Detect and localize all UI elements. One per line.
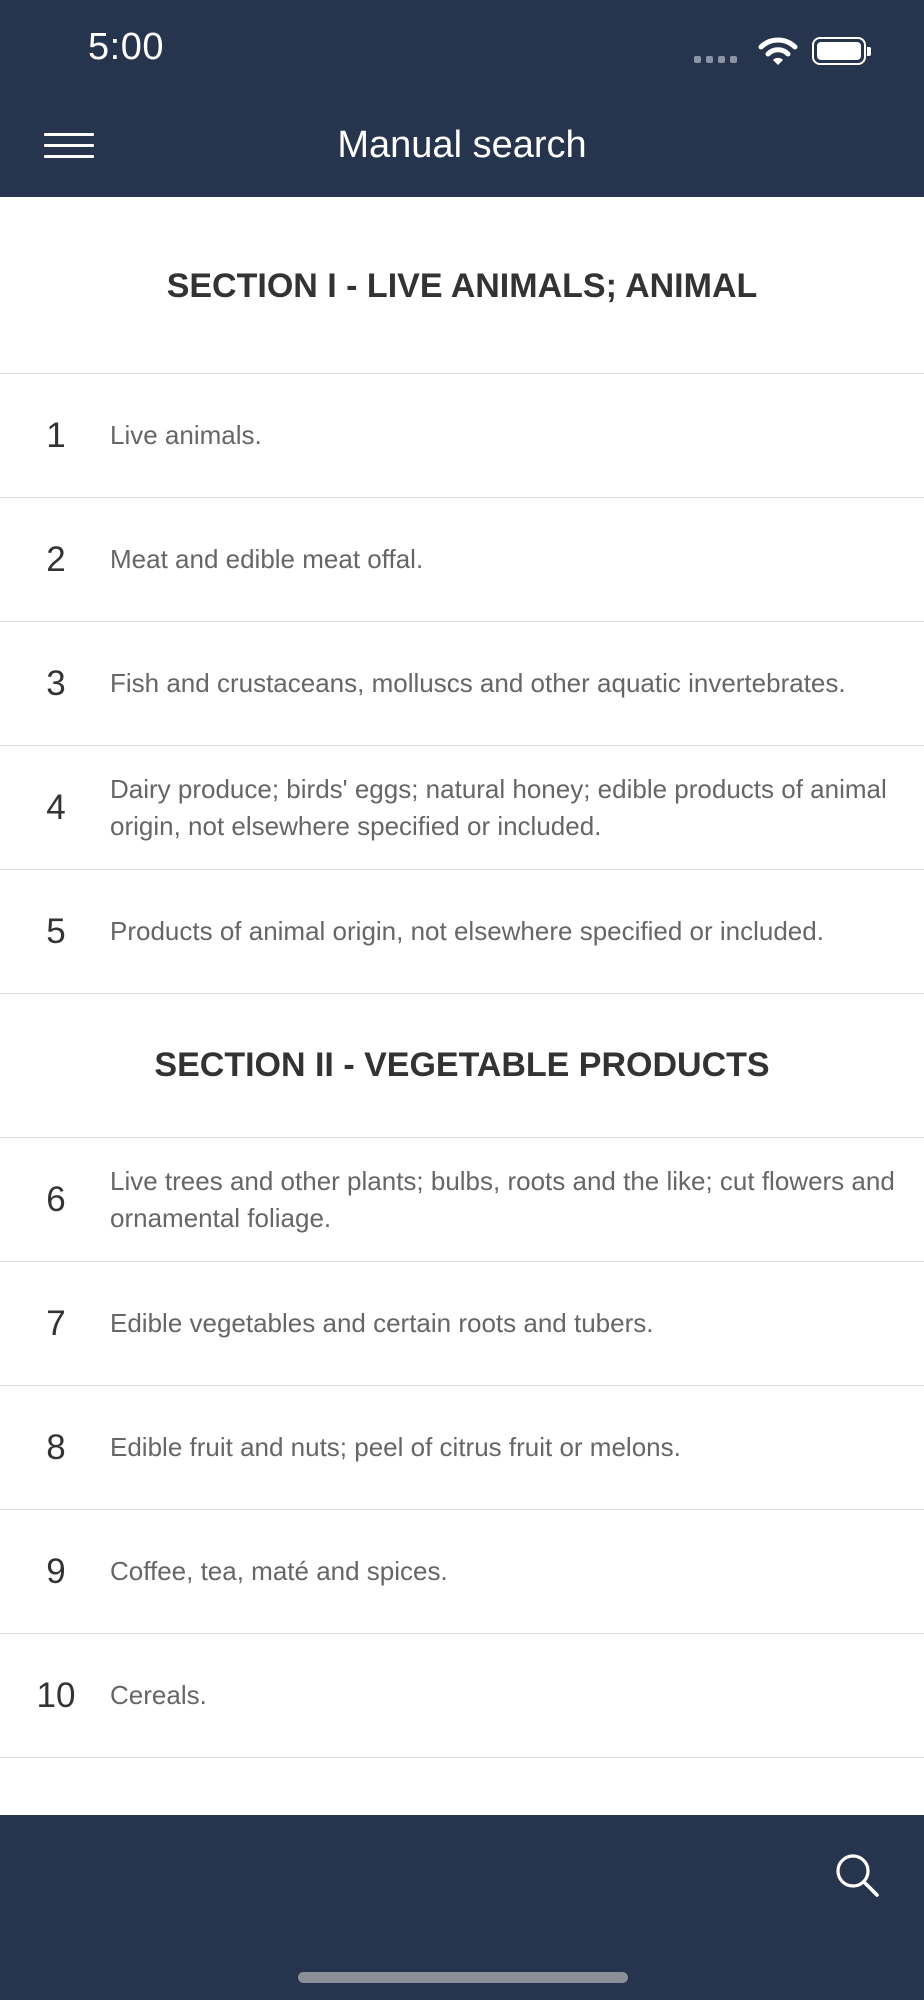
section-header: SECTION I - LIVE ANIMALS; ANIMAL (0, 197, 924, 374)
chapter-title: Cereals. (110, 1680, 207, 1710)
status-time: 5:00 (88, 26, 164, 68)
chapter-number: 6 (46, 1179, 66, 1219)
chapter-number: 4 (46, 787, 66, 827)
search-icon[interactable] (834, 1852, 880, 1898)
chapter-number: 10 (36, 1675, 76, 1715)
chapter-title: Products of animal origin, not elsewhere… (110, 916, 824, 946)
bottom-toolbar (0, 1815, 924, 2000)
chapter-row[interactable]: 3 Fish and crustaceans, molluscs and oth… (0, 622, 924, 746)
chapter-list: SECTION I - LIVE ANIMALS; ANIMAL 1 Live … (0, 197, 924, 1758)
chapter-row[interactable]: 4 Dairy produce; birds' eggs; natural ho… (0, 746, 924, 870)
chapter-row[interactable]: 7 Edible vegetables and certain roots an… (0, 1262, 924, 1386)
status-indicators (694, 34, 874, 68)
home-indicator[interactable] (298, 1972, 628, 1983)
chapter-row[interactable]: 6 Live trees and other plants; bulbs, ro… (0, 1138, 924, 1262)
chapter-title: Fish and crustaceans, molluscs and other… (110, 668, 846, 698)
chapter-number: 2 (46, 539, 66, 579)
page-title: Manual search (337, 124, 587, 166)
chapter-row[interactable]: 2 Meat and edible meat offal. (0, 498, 924, 622)
chapter-number: 9 (46, 1551, 66, 1591)
chapter-title: Edible fruit and nuts; peel of citrus fr… (110, 1432, 681, 1462)
chapter-title: Meat and edible meat offal. (110, 544, 424, 574)
chapter-title: Coffee, tea, maté and spices. (110, 1556, 448, 1586)
chapter-number: 8 (46, 1427, 66, 1467)
chapter-row[interactable]: 5 Products of animal origin, not elsewhe… (0, 870, 924, 994)
cellular-signal-icon (694, 56, 737, 63)
chapter-title: Edible vegetables and certain roots and … (110, 1308, 654, 1338)
chapter-row[interactable]: 9 Coffee, tea, maté and spices. (0, 1510, 924, 1634)
chapter-title: Live animals. (110, 420, 262, 450)
wifi-icon (758, 37, 798, 65)
battery-icon (812, 37, 871, 65)
chapter-row[interactable]: 1 Live animals. (0, 374, 924, 498)
chapter-number: 5 (46, 911, 66, 951)
chapter-number: 1 (46, 415, 66, 455)
navigation-header: 5:00 Manual search (0, 0, 924, 197)
chapter-number: 3 (46, 663, 66, 703)
chapter-title: Dairy produce; birds' eggs; natural hone… (110, 773, 887, 841)
chapter-number: 7 (46, 1303, 66, 1343)
chapter-row[interactable]: 10 Cereals. (0, 1634, 924, 1758)
chapter-title: Live trees and other plants; bulbs, root… (110, 1165, 895, 1233)
chapter-row[interactable]: 8 Edible fruit and nuts; peel of citrus … (0, 1386, 924, 1510)
section-header: SECTION II - VEGETABLE PRODUCTS (0, 994, 924, 1138)
